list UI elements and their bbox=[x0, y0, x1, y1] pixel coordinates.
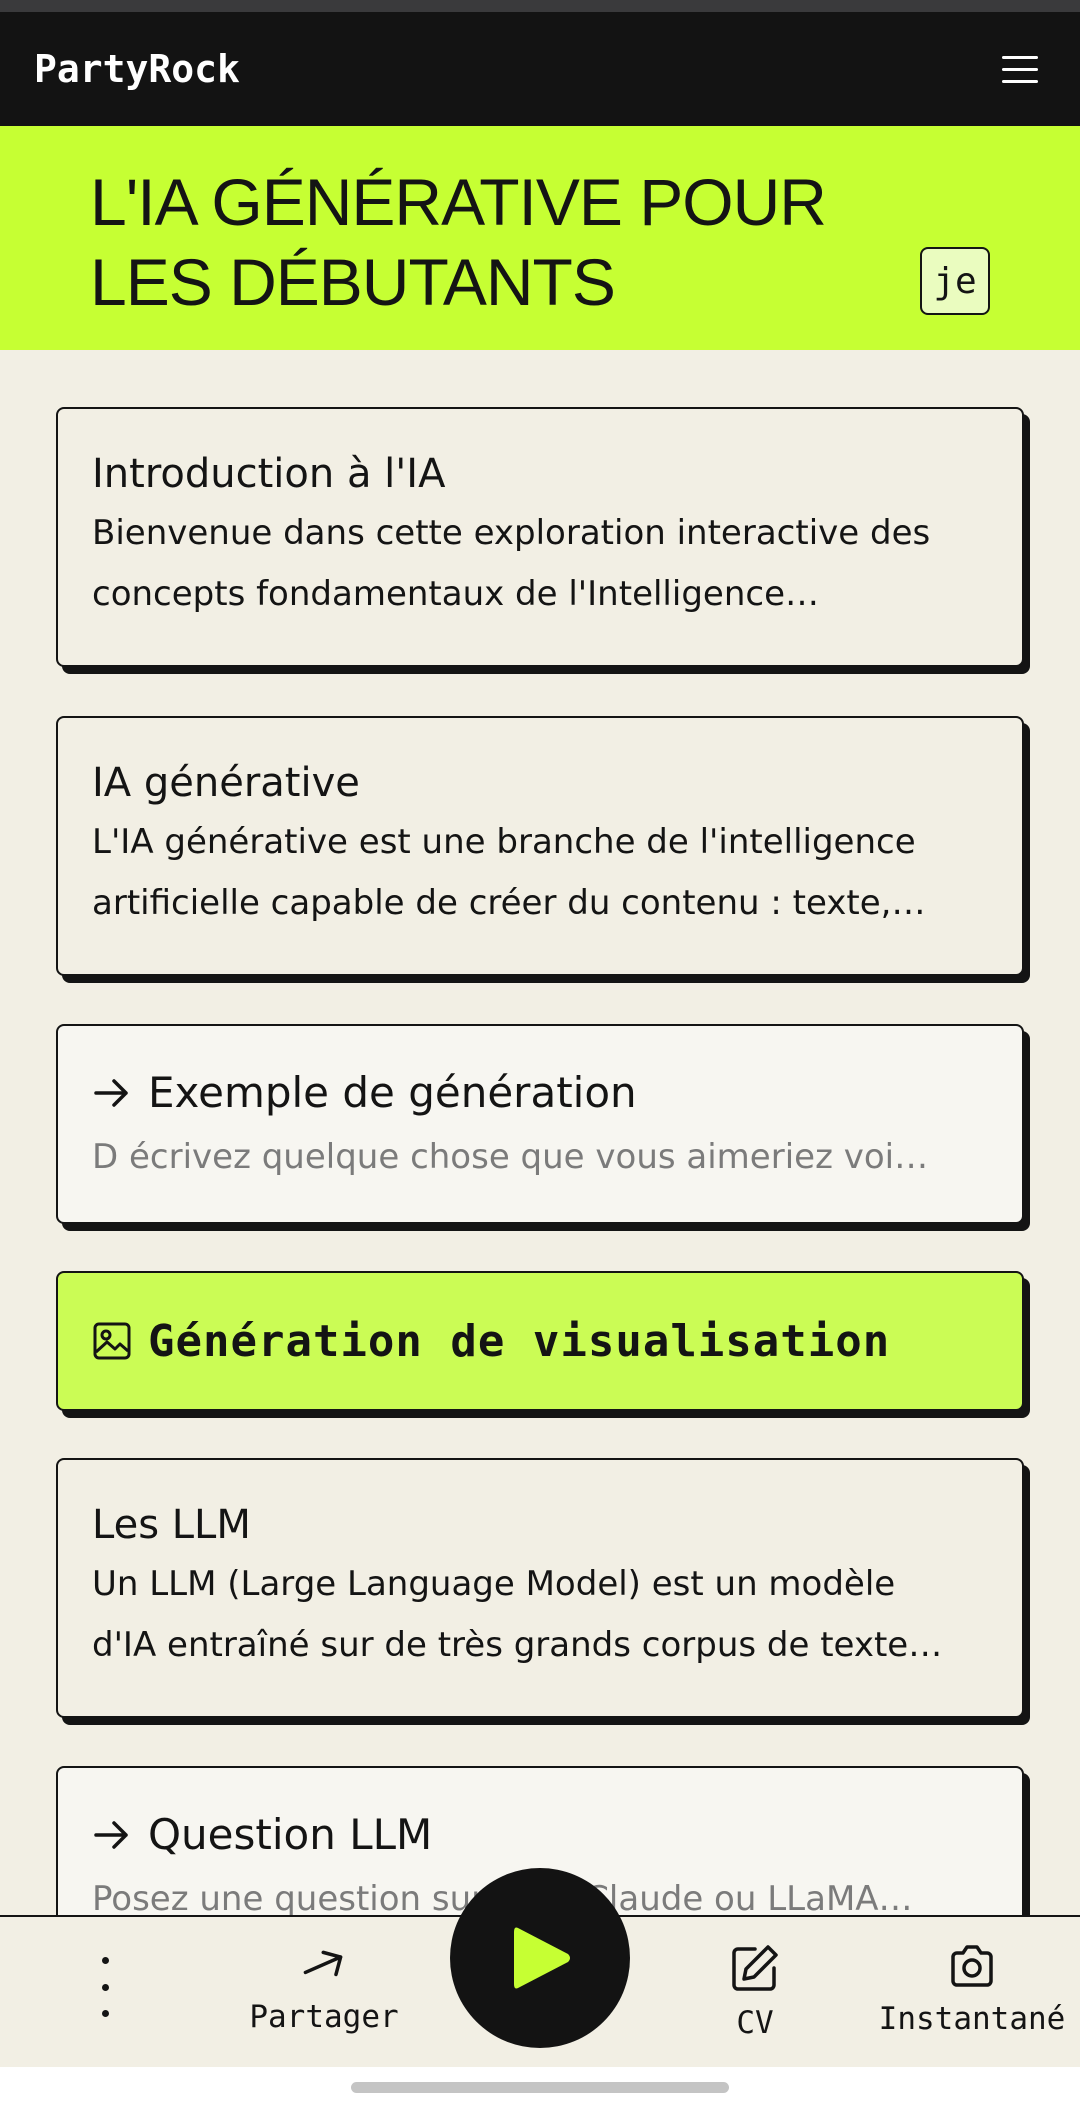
app-logo[interactable]: PartyRock bbox=[34, 47, 240, 91]
image-icon bbox=[93, 1322, 131, 1360]
input-title: Question LLM bbox=[92, 1808, 988, 1862]
widget-card-intro[interactable]: Introduction à l'IA Bienvenue dans cette… bbox=[56, 407, 1024, 667]
card-title: IA générative bbox=[92, 760, 360, 806]
input-title: Exemple de génération bbox=[92, 1066, 988, 1120]
play-button[interactable] bbox=[450, 1868, 630, 2048]
language-badge[interactable]: je bbox=[920, 247, 990, 315]
play-icon bbox=[514, 1927, 570, 1989]
image-widget-card[interactable]: Génération de visualisation bbox=[56, 1271, 1024, 1411]
app-screen: PartyRock L'IA GÉNÉRATIVE POUR LES DÉBUT… bbox=[0, 0, 1080, 2110]
snapshot-button[interactable]: Instantané bbox=[872, 1941, 1072, 2037]
share-arrow-icon bbox=[303, 1950, 343, 1977]
edit-icon bbox=[732, 1945, 778, 1991]
example-input[interactable]: D écrivez quelque chose que vous aimerie… bbox=[92, 1130, 988, 1184]
card-title: Introduction à l'IA bbox=[92, 451, 446, 497]
card-text: Bienvenue dans cette exploration interac… bbox=[92, 513, 931, 614]
arrow-right-icon bbox=[94, 1821, 128, 1849]
more-vertical-icon[interactable] bbox=[90, 1957, 120, 2017]
card-text: L'IA générative est une branche de l'int… bbox=[92, 822, 926, 923]
menu-button[interactable] bbox=[994, 43, 1046, 95]
home-indicator[interactable] bbox=[351, 2082, 729, 2093]
page-title: L'IA GÉNÉRATIVE POUR LES DÉBUTANTS bbox=[90, 165, 827, 319]
title-banner: L'IA GÉNÉRATIVE POUR LES DÉBUTANTS je bbox=[0, 126, 1080, 350]
widget-card-llm[interactable]: Les LLM Un LLM (Large Language Model) es… bbox=[56, 1458, 1024, 1718]
card-text: Un LLM (Large Language Model) est un mod… bbox=[92, 1564, 943, 1665]
hamburger-icon bbox=[1002, 55, 1038, 59]
input-card-example[interactable]: Exemple de génération D écrivez quelque … bbox=[56, 1024, 1024, 1224]
cv-button[interactable]: CV bbox=[700, 1941, 810, 2041]
card-title: Les LLM bbox=[92, 1502, 251, 1548]
widget-title: Génération de visualisation bbox=[148, 1315, 891, 1367]
arrow-right-icon bbox=[94, 1079, 128, 1107]
status-strip bbox=[0, 0, 1080, 12]
camera-icon bbox=[951, 1945, 993, 1987]
app-header: PartyRock bbox=[0, 12, 1080, 126]
share-button[interactable]: Partager bbox=[240, 1941, 408, 2035]
widget-card-genai[interactable]: IA générative L'IA générative est une br… bbox=[56, 716, 1024, 976]
